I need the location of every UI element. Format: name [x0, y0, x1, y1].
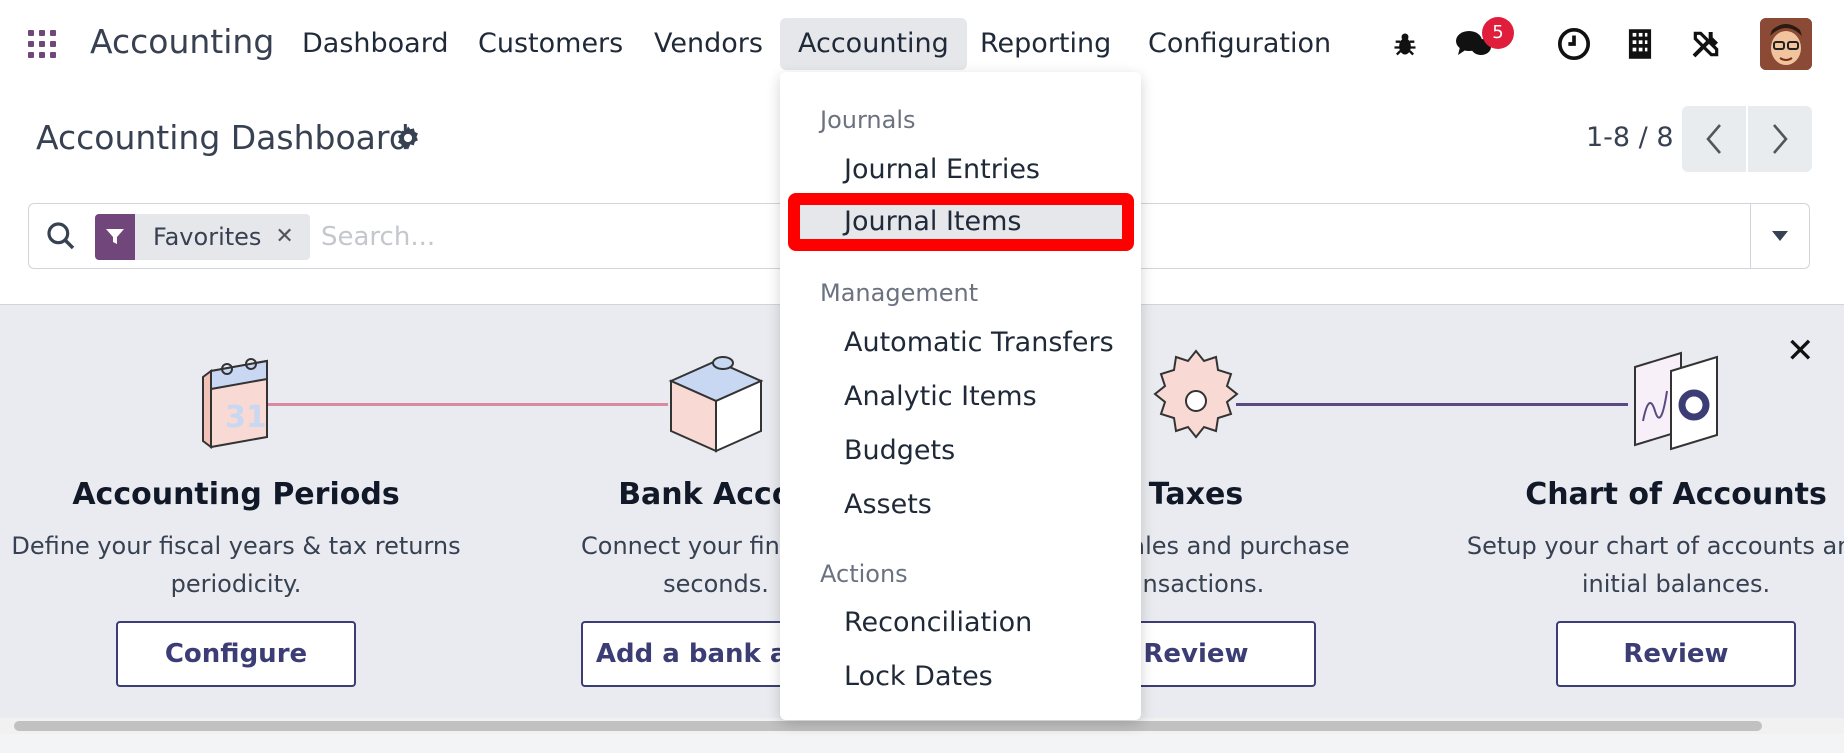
horizontal-scrollbar[interactable] [0, 718, 1844, 734]
facet-label: Favorites [153, 223, 262, 251]
tools-icon[interactable] [1686, 24, 1726, 64]
section-header-actions: Actions [820, 560, 908, 588]
scrollbar-thumb[interactable] [14, 721, 1762, 731]
connector-line [268, 403, 668, 406]
menu-item-journal-items[interactable]: Journal Items [844, 206, 1022, 237]
filter-icon [95, 214, 135, 260]
step-title: Chart of Accounts [1525, 477, 1827, 512]
svg-text:31: 31 [225, 400, 267, 435]
close-onboarding-icon[interactable]: ✕ [1786, 331, 1815, 371]
search-icon[interactable] [45, 220, 77, 252]
puzzle-illustration-icon [668, 356, 764, 453]
chevron-left-icon [1706, 124, 1721, 154]
bug-icon[interactable] [1385, 24, 1425, 64]
messages-count-badge: 5 [1482, 17, 1514, 49]
pager-value[interactable]: 1-8 / 8 [1586, 122, 1674, 153]
pager-previous-button[interactable] [1682, 106, 1746, 172]
step-description: Define your fiscal years & tax returns pe… [11, 532, 461, 598]
menu-item-journal-entries[interactable]: Journal Entries [844, 154, 1040, 185]
configure-button[interactable]: Configure [116, 621, 356, 687]
step-description: Setup your chart of accounts and r initia… [1466, 532, 1844, 598]
gear-illustration-icon [1153, 349, 1239, 439]
menu-item-lock-dates[interactable]: Lock Dates [844, 661, 993, 692]
menu-item-assets[interactable]: Assets [844, 489, 932, 520]
menu-accounting[interactable]: Accounting [780, 18, 967, 70]
favorites-filter-facet: Favorites ✕ [95, 214, 310, 260]
menu-item-reconciliation[interactable]: Reconciliation [844, 607, 1032, 638]
accounting-dropdown-menu: Journals Journal Entries Journal Items M… [780, 72, 1141, 720]
pager-next-button[interactable] [1748, 106, 1812, 172]
menu-reporting[interactable]: Reporting [962, 18, 1129, 70]
menu-dashboard[interactable]: Dashboard [284, 18, 466, 70]
menu-configuration[interactable]: Configuration [1130, 18, 1349, 70]
chart-illustration-icon [1634, 351, 1718, 451]
search-options-toggle[interactable] [1750, 204, 1809, 268]
menu-item-budgets[interactable]: Budgets [844, 435, 955, 466]
section-header-management: Management [820, 279, 979, 307]
building-icon[interactable] [1620, 24, 1660, 64]
apps-grid-icon[interactable] [28, 30, 56, 58]
menu-item-automatic-transfers[interactable]: Automatic Transfers [844, 327, 1114, 358]
clock-icon[interactable] [1554, 24, 1594, 64]
menu-vendors[interactable]: Vendors [636, 18, 781, 70]
section-header-journals: Journals [820, 106, 916, 134]
menu-customers[interactable]: Customers [460, 18, 641, 70]
connector-line [1236, 403, 1628, 406]
caret-down-icon [1772, 231, 1788, 241]
chevron-right-icon [1773, 124, 1788, 154]
settings-gear-icon[interactable] [394, 124, 422, 152]
calendar-illustration-icon: 31 [202, 358, 268, 449]
user-avatar[interactable] [1760, 18, 1812, 70]
page-title: Accounting Dashboard [36, 118, 410, 157]
facet-remove-icon[interactable]: ✕ [275, 214, 309, 260]
app-title[interactable]: Accounting [90, 22, 274, 61]
bottom-strip [0, 734, 1844, 753]
review-chart-of-accounts-button[interactable]: Review [1556, 621, 1796, 687]
step-title: Accounting Periods [72, 477, 400, 512]
menu-item-analytic-items[interactable]: Analytic Items [844, 381, 1037, 412]
